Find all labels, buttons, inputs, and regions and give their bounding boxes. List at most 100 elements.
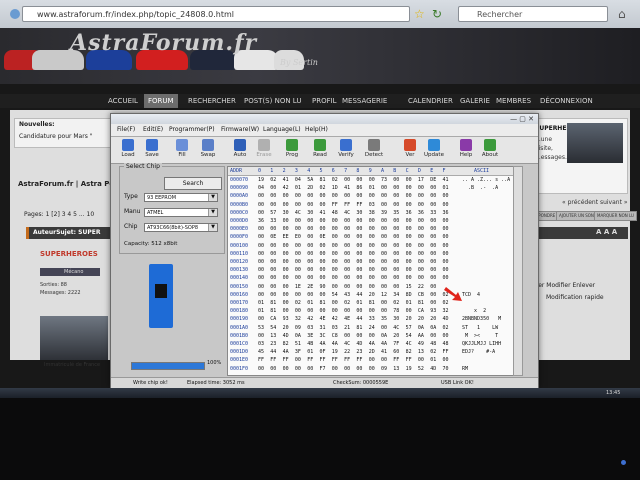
hex-byte[interactable]: FF (307, 356, 313, 364)
hex-byte[interactable]: 00 (270, 250, 276, 258)
window-titlebar[interactable]: — ▢ ✕ (111, 114, 538, 124)
hex-byte[interactable]: 00 (332, 283, 338, 291)
nav-profil[interactable]: PROFIL (312, 94, 337, 108)
hex-byte[interactable]: 00 (369, 242, 375, 250)
hex-byte[interactable]: 49 (418, 340, 424, 348)
hex-byte[interactable]: 00 (406, 233, 412, 241)
hex-byte[interactable]: 00 (344, 233, 350, 241)
hex-byte[interactable]: 00 (307, 307, 313, 315)
hex-byte[interactable]: 00 (381, 225, 387, 233)
hex-byte[interactable]: 00 (344, 176, 350, 184)
menu-language[interactable]: Language(L) (263, 124, 301, 136)
hex-byte[interactable]: 30 (283, 209, 289, 217)
hex-byte[interactable]: 00 (393, 192, 399, 200)
hex-byte[interactable]: 4D (356, 340, 362, 348)
hex-byte[interactable]: 00 (430, 242, 436, 250)
hex-byte[interactable]: AA (418, 332, 424, 340)
hex-byte[interactable]: 54 (332, 291, 338, 299)
prev-next-links[interactable]: « précédent suivant » (562, 199, 628, 206)
pagination[interactable]: Pages: 1 [2] 3 4 5 ... 10 (24, 211, 94, 218)
hex-byte[interactable]: 20 (369, 291, 375, 299)
hex-byte[interactable]: 35 (393, 209, 399, 217)
hex-byte[interactable]: 00 (320, 274, 326, 282)
hex-byte[interactable]: 00 (258, 201, 264, 209)
hex-byte[interactable]: 00 (406, 201, 412, 209)
hex-byte[interactable]: 00 (270, 258, 276, 266)
hex-byte[interactable]: 00 (270, 225, 276, 233)
hex-byte[interactable]: 00 (393, 217, 399, 225)
hex-byte[interactable]: FF (344, 201, 350, 209)
auto-button[interactable]: Auto (227, 139, 253, 163)
hex-byte[interactable]: 70 (443, 365, 449, 373)
chevron-down-icon[interactable]: ▼ (208, 224, 217, 231)
hex-byte[interactable]: 00 (295, 365, 301, 373)
swap-button[interactable]: Swap (195, 139, 221, 163)
menu-firmware[interactable]: Firmware(W) (221, 124, 259, 136)
hex-byte[interactable]: 93 (430, 307, 436, 315)
hex-byte[interactable]: 00 (418, 250, 424, 258)
hex-byte[interactable]: 00 (406, 225, 412, 233)
hex-byte[interactable]: 02 (270, 176, 276, 184)
hex-byte[interactable]: 20 (393, 332, 399, 340)
hex-byte[interactable]: 00 (443, 192, 449, 200)
hex-byte[interactable]: 00 (418, 184, 424, 192)
help-button[interactable]: Help (453, 139, 479, 163)
hex-byte[interactable]: 00 (258, 192, 264, 200)
hex-byte[interactable]: 41 (381, 348, 387, 356)
hex-byte[interactable]: 00 (418, 217, 424, 225)
hex-byte[interactable]: 36 (443, 209, 449, 217)
hex-byte[interactable]: 00 (258, 225, 264, 233)
hex-byte[interactable]: 00 (344, 250, 350, 258)
hex-byte[interactable]: 09 (295, 324, 301, 332)
hex-byte[interactable]: 73 (381, 176, 387, 184)
hex-byte[interactable]: 2D (369, 348, 375, 356)
hex-byte[interactable]: 4D (430, 365, 436, 373)
hex-byte[interactable]: 00 (356, 283, 362, 291)
hex-byte[interactable]: 20 (406, 315, 412, 323)
hex-byte[interactable]: FF (320, 356, 326, 364)
hex-byte[interactable]: 4B (307, 340, 313, 348)
hex-byte[interactable]: 00 (258, 332, 264, 340)
hex-byte[interactable]: 00 (369, 332, 375, 340)
hex-byte[interactable]: 82 (406, 348, 412, 356)
hex-byte[interactable]: 00 (295, 258, 301, 266)
hex-byte[interactable]: 00 (332, 299, 338, 307)
hex-byte[interactable]: 01 (307, 299, 313, 307)
hex-byte[interactable]: 01 (443, 184, 449, 192)
hex-byte[interactable]: 19 (258, 176, 264, 184)
hex-byte[interactable]: 00 (258, 266, 264, 274)
manufacturer-select[interactable]: ATMEL ▼ (144, 208, 218, 217)
hex-byte[interactable]: 00 (295, 201, 301, 209)
hex-byte[interactable]: 23 (270, 340, 276, 348)
hex-byte[interactable]: 00 (356, 266, 362, 274)
hex-byte[interactable]: 13 (393, 365, 399, 373)
hex-byte[interactable]: 00 (320, 242, 326, 250)
hex-byte[interactable]: 32 (443, 307, 449, 315)
hex-byte[interactable]: 0E (270, 233, 276, 241)
hex-byte[interactable]: 20 (418, 315, 424, 323)
news-link[interactable]: Candidature pour Mars " (19, 133, 93, 140)
hex-byte[interactable]: 00 (320, 217, 326, 225)
hex-byte[interactable]: 00 (381, 299, 387, 307)
hex-byte[interactable]: 00 (295, 356, 301, 364)
nav-messagerie[interactable]: MESSAGERIE (342, 94, 387, 108)
refresh-icon[interactable]: ↻ (432, 6, 442, 22)
hex-byte[interactable]: 52 (418, 365, 424, 373)
fill-button[interactable]: Fill (169, 139, 195, 163)
hex-byte[interactable]: 00 (369, 266, 375, 274)
hex-byte[interactable]: 54 (406, 332, 412, 340)
hex-editor[interactable]: ADDR 0 1 2 3 4 5 6 7 8 9 A B C D E F ASCII 000070 19 02 41 04… (227, 166, 515, 376)
nav-unread[interactable]: POST(S) NON LU (244, 94, 301, 108)
hex-byte[interactable]: 00 (283, 283, 289, 291)
hex-byte[interactable]: 00 (381, 250, 387, 258)
hex-byte[interactable]: 00 (344, 274, 350, 282)
verify-button[interactable]: Verify (333, 139, 359, 163)
hex-byte[interactable]: 00 (406, 250, 412, 258)
hex-byte[interactable]: 7F (393, 340, 399, 348)
nav-galerie[interactable]: GALERIE (460, 94, 490, 108)
hex-byte[interactable]: 48 (332, 209, 338, 217)
hex-byte[interactable]: 38 (369, 209, 375, 217)
hex-byte[interactable]: 19 (406, 365, 412, 373)
hex-byte[interactable]: 00 (369, 217, 375, 225)
hex-byte[interactable]: 00 (430, 291, 436, 299)
